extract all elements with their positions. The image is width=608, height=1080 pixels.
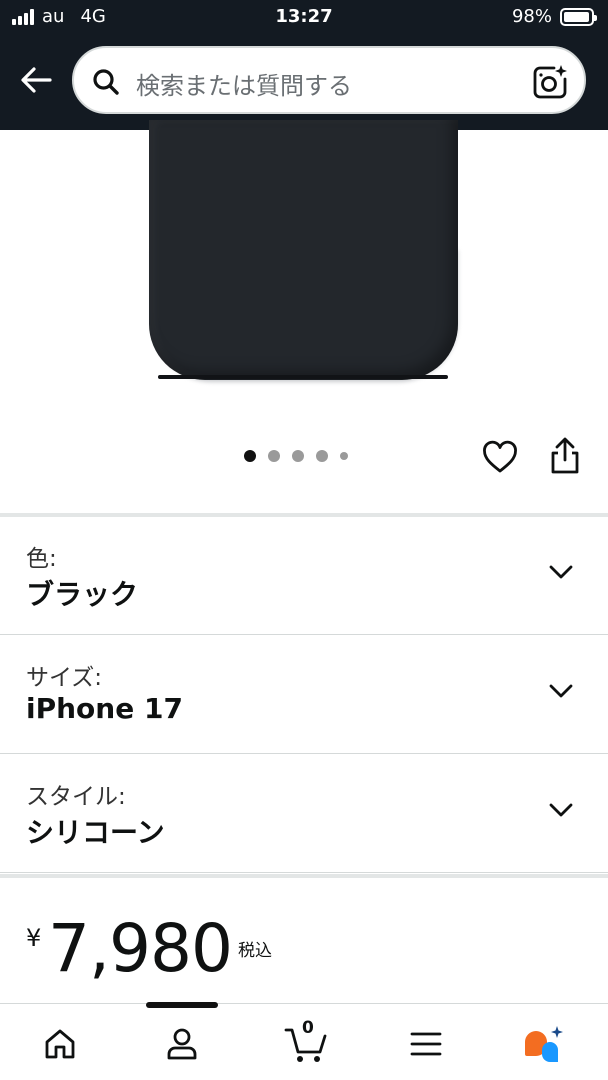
nav-home[interactable] — [38, 1022, 82, 1066]
camera-lens-icon[interactable] — [532, 64, 568, 100]
home-icon — [45, 1029, 75, 1059]
cart-count-badge: 0 — [302, 1018, 314, 1038]
nav-rufus[interactable] — [520, 1022, 568, 1066]
status-right: 98% — [511, 6, 597, 27]
carousel-dot[interactable] — [268, 450, 280, 462]
search-placeholder: 検索または質問する — [136, 72, 352, 100]
menu-icon — [410, 1032, 442, 1056]
nav-menu[interactable] — [404, 1022, 448, 1066]
variation-row-style[interactable]: スタイル: シリコーン — [0, 755, 608, 873]
carousel-dot[interactable] — [340, 452, 348, 460]
variation-label: 色: — [26, 546, 57, 572]
back-button[interactable] — [16, 60, 56, 100]
search-icon — [93, 69, 119, 95]
active-tab-indicator — [146, 1002, 218, 1008]
phone-case-image — [149, 120, 458, 380]
variation-label: スタイル: — [26, 784, 126, 810]
variation-row-color[interactable]: 色: ブラック — [0, 517, 608, 635]
image-carousel-dots[interactable] — [244, 450, 348, 462]
product-detail-screen: au 4G 13:27 98% 検索または質問する 色: ブラック サイズ: i… — [0, 0, 608, 1080]
section-divider — [0, 874, 608, 878]
search-header: 検索または質問する — [0, 34, 608, 130]
price-tax-note: 税込 — [238, 941, 272, 961]
price-currency: ¥ — [26, 924, 42, 952]
person-icon — [167, 1028, 197, 1060]
variation-value: ブラック — [26, 578, 139, 611]
nav-cart[interactable]: 0 — [282, 1018, 330, 1066]
product-image[interactable] — [0, 120, 608, 385]
carousel-dot[interactable] — [316, 450, 328, 462]
variation-value: シリコーン — [26, 816, 165, 849]
price-amount: 7,980 — [48, 910, 233, 987]
search-input[interactable]: 検索または質問する — [72, 46, 586, 114]
carousel-dot[interactable] — [244, 450, 256, 462]
variation-row-size[interactable]: サイズ: iPhone 17 — [0, 636, 608, 754]
heart-outline-icon[interactable] — [481, 438, 519, 476]
carousel-dot[interactable] — [292, 450, 304, 462]
share-icon[interactable] — [546, 436, 584, 476]
chevron-down-icon — [549, 565, 573, 579]
battery-icon — [560, 7, 597, 26]
variation-label: サイズ: — [26, 665, 103, 691]
battery-percent: 98% — [511, 6, 552, 27]
status-bar: au 4G 13:27 98% — [0, 0, 608, 34]
bottom-navigation: 0 — [0, 1002, 608, 1080]
arrow-left-icon — [21, 67, 52, 93]
chevron-down-icon — [549, 684, 573, 698]
nav-account[interactable] — [160, 1022, 204, 1066]
variation-value: iPhone 17 — [26, 692, 183, 725]
chevron-down-icon — [549, 803, 573, 817]
ai-assistant-icon — [525, 1026, 563, 1062]
